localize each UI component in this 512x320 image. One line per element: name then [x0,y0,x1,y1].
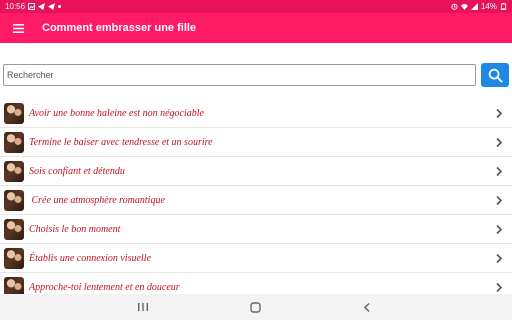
recent-apps-icon [138,303,148,311]
list-item-label: Crée une atmosphère romantique [29,194,165,206]
list-item-label: Sois confiant et détendu [29,165,125,177]
list-item-label: Établis une connexion visuelle [29,252,151,264]
page-title: Comment embrasser une fille [42,22,197,34]
list-item[interactable]: Établis une connexion visuelle [0,244,512,273]
gallery-icon [28,3,36,10]
kiss-thumbnail [4,218,24,240]
chevron-right-icon [496,282,503,293]
chevron-right-icon [496,166,503,177]
list-item-label: Approche-toi lentement et en douceur [29,281,180,293]
back-button[interactable] [360,300,374,314]
chevron-right-icon [496,224,503,235]
dot-icon [58,5,62,8]
list-item[interactable]: Choisis le bon moment [0,215,512,244]
battery-icon [500,3,507,10]
menu-button[interactable] [0,13,36,43]
status-time: 10:56 [5,2,26,11]
chevron-right-icon [496,195,503,206]
kiss-thumbnail [4,247,24,269]
wifi-icon [460,3,468,10]
status-bar: 10:56 14% [0,0,512,13]
recent-apps-button[interactable] [136,300,150,314]
kiss-thumbnail [4,131,24,153]
chevron-right-icon [496,108,503,119]
kiss-thumbnail [4,189,24,211]
list-item[interactable]: Sois confiant et détendu [0,157,512,186]
list-item-label: Choisis le bon moment [29,223,121,235]
tips-list: Avoir une bonne haleine est non négociab… [0,99,512,302]
search-bar [0,62,512,88]
system-nav-bar [0,294,512,320]
list-item[interactable]: Crée une atmosphère romantique [0,186,512,215]
app-bar: Comment embrasser une fille [0,13,512,43]
send-icon [38,3,46,10]
send-icon [48,3,56,10]
battery-percent: 14% [480,2,497,11]
signal-icon [470,3,478,10]
back-icon [363,302,370,312]
kiss-thumbnail [4,102,24,124]
home-button[interactable] [248,300,262,314]
list-item-label: Termine le baiser avec tendresse et un s… [29,136,213,148]
chevron-right-icon [496,137,503,148]
alarm-icon [451,3,458,10]
list-item-label: Avoir une bonne haleine est non négociab… [29,107,204,119]
search-input[interactable] [3,64,476,86]
list-item[interactable]: Termine le baiser avec tendresse et un s… [0,128,512,157]
home-icon [249,301,261,313]
chevron-right-icon [496,253,503,264]
search-icon [488,68,503,83]
kiss-thumbnail [4,160,24,182]
hamburger-menu-icon [12,23,24,33]
list-item[interactable]: Avoir une bonne haleine est non négociab… [0,99,512,128]
search-button[interactable] [481,63,509,87]
